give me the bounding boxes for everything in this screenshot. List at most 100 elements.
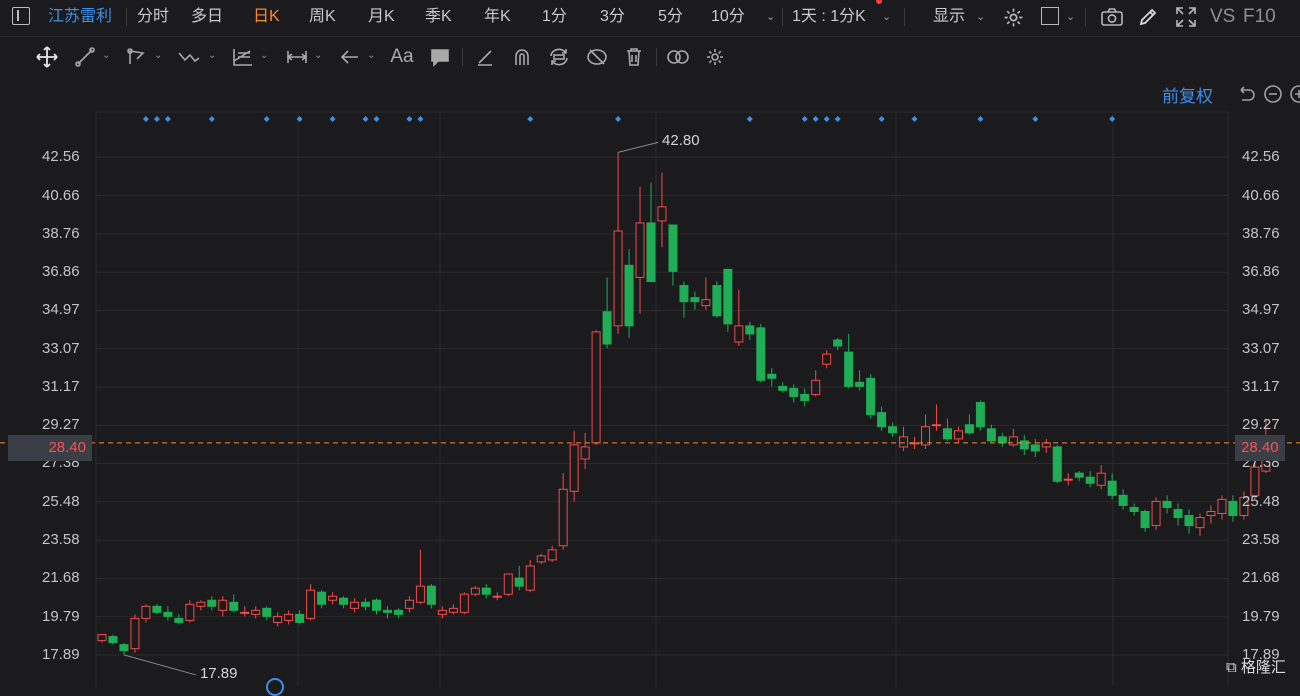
tab-3min[interactable]: 3分 xyxy=(600,0,625,34)
multi-period-select[interactable]: 1天 : 1分K xyxy=(792,0,866,34)
candle-up xyxy=(218,599,228,611)
candle-down xyxy=(866,377,876,416)
event-marker-icon xyxy=(911,116,918,122)
fib-icon[interactable] xyxy=(230,44,256,70)
undo-icon[interactable] xyxy=(1236,84,1256,104)
stock-name[interactable]: 江苏雷利 xyxy=(48,0,112,34)
layout-box-icon[interactable] xyxy=(1041,7,1059,25)
chevron-down-icon[interactable]: ⌄ xyxy=(260,50,268,61)
text-icon[interactable]: Aa xyxy=(389,44,415,70)
chevron-down-icon[interactable]: ⌄ xyxy=(208,50,216,61)
chevron-down-icon[interactable]: ⌄ xyxy=(882,0,891,34)
tab-5min[interactable]: 5分 xyxy=(658,0,683,34)
move-icon[interactable] xyxy=(34,44,60,70)
settings-icon[interactable] xyxy=(702,44,728,70)
chevron-down-icon[interactable]: ⌄ xyxy=(367,50,375,61)
tab-10min[interactable]: 10分 xyxy=(711,0,745,34)
y-tick-label: 40.66 xyxy=(1242,186,1280,204)
y-tick-label: 40.66 xyxy=(42,186,80,204)
candle-down xyxy=(756,327,766,381)
high-leader-line xyxy=(617,141,659,153)
comment-icon[interactable] xyxy=(427,44,453,70)
candle-up xyxy=(701,299,711,307)
hide-icon[interactable] xyxy=(584,44,610,70)
delete-icon[interactable] xyxy=(621,44,647,70)
candle-down xyxy=(624,264,634,327)
tab-monthly-k[interactable]: 月K xyxy=(368,0,395,34)
tab-weekly-k[interactable]: 周K xyxy=(309,0,336,34)
candle-down xyxy=(1118,494,1128,506)
chevron-down-icon[interactable]: ⌄ xyxy=(314,50,322,61)
zoom-in-icon[interactable] xyxy=(1289,84,1300,104)
zoom-out-icon[interactable] xyxy=(1263,84,1283,104)
candle-down xyxy=(207,599,217,607)
tab-daily-k[interactable]: 日K xyxy=(253,0,280,34)
candle-up xyxy=(404,599,414,609)
tab-1min[interactable]: 1分 xyxy=(542,0,567,34)
y-tick-label: 31.17 xyxy=(42,377,80,395)
wave-icon[interactable] xyxy=(176,44,202,70)
f10-button[interactable]: F10 xyxy=(1243,0,1276,34)
y-tick-label: 34.97 xyxy=(1242,301,1280,319)
camera-icon[interactable] xyxy=(1101,8,1123,29)
candle-up xyxy=(1008,436,1018,446)
y-tick-label: 29.27 xyxy=(1242,416,1280,434)
tab-intraday[interactable]: 分时 xyxy=(137,0,169,34)
tab-multi-day[interactable]: 多日 xyxy=(191,0,223,34)
tab-quarterly-k[interactable]: 季K xyxy=(425,0,452,34)
candle-up xyxy=(306,589,316,619)
y-tick-label: 36.86 xyxy=(42,263,80,281)
y-tick-label: 38.76 xyxy=(1242,224,1280,242)
candle-up xyxy=(953,430,963,440)
candle-up xyxy=(350,601,360,609)
chevron-down-icon[interactable]: ⌄ xyxy=(154,50,162,61)
candle-up xyxy=(921,426,930,446)
y-tick-label: 23.58 xyxy=(42,531,80,549)
fullscreen-icon[interactable] xyxy=(1176,7,1196,30)
line-icon[interactable] xyxy=(72,44,98,70)
y-tick-label: 36.86 xyxy=(1242,263,1280,281)
candlestick-chart[interactable] xyxy=(0,78,1300,685)
magnet-icon[interactable] xyxy=(509,44,535,70)
chevron-down-icon[interactable]: ⌄ xyxy=(102,50,110,61)
arrow-icon[interactable] xyxy=(337,44,363,70)
range-icon[interactable] xyxy=(284,44,310,70)
vs-button[interactable]: VS xyxy=(1210,0,1235,34)
tab-yearly-k[interactable]: 年K xyxy=(484,0,511,34)
candle-down xyxy=(712,285,722,317)
chevron-down-icon[interactable]: ⌄ xyxy=(766,0,775,34)
candle-down xyxy=(877,412,887,428)
candle-up xyxy=(328,595,338,601)
chevron-down-icon[interactable]: ⌄ xyxy=(976,0,985,34)
low-price-label: 17.89 xyxy=(199,664,238,682)
candle-down xyxy=(514,577,524,587)
event-marker-icon xyxy=(615,116,622,122)
candle-up xyxy=(459,593,469,613)
display-menu[interactable]: 显示 xyxy=(933,0,965,34)
settings-icon[interactable] xyxy=(1003,7,1024,31)
event-marker-icon xyxy=(362,116,369,122)
candle-up xyxy=(141,605,151,619)
sidebar-toggle-icon[interactable] xyxy=(12,7,30,25)
y-tick-label: 19.79 xyxy=(1242,607,1280,625)
period-toolbar: 江苏雷利 分时 多日 日K 周K 月K 季K 年K 1分 3分 5分 10分 ⌄… xyxy=(0,0,1300,34)
pencil-icon[interactable] xyxy=(1138,7,1158,30)
y-tick-label: 25.48 xyxy=(42,492,80,510)
candle-down xyxy=(426,585,436,605)
sync-icon[interactable] xyxy=(546,44,572,70)
candle-up xyxy=(437,609,447,615)
link-icon[interactable] xyxy=(665,44,691,70)
chevron-down-icon[interactable]: ⌄ xyxy=(1066,0,1075,34)
scroll-indicator-icon[interactable] xyxy=(266,678,284,696)
y-tick-label: 42.56 xyxy=(42,148,80,166)
candle-down xyxy=(888,426,898,434)
event-marker-icon xyxy=(1109,116,1116,122)
y-tick-label: 42.56 xyxy=(1242,148,1280,166)
high-price-label: 42.80 xyxy=(662,132,700,150)
y-tick-label: 33.07 xyxy=(1242,339,1280,357)
adjust-mode-label[interactable]: 前复权 xyxy=(1162,82,1213,107)
candle-down xyxy=(393,609,403,615)
polyline-icon[interactable] xyxy=(124,44,150,70)
eraser-icon[interactable] xyxy=(472,44,498,70)
candle-down xyxy=(1140,510,1150,529)
